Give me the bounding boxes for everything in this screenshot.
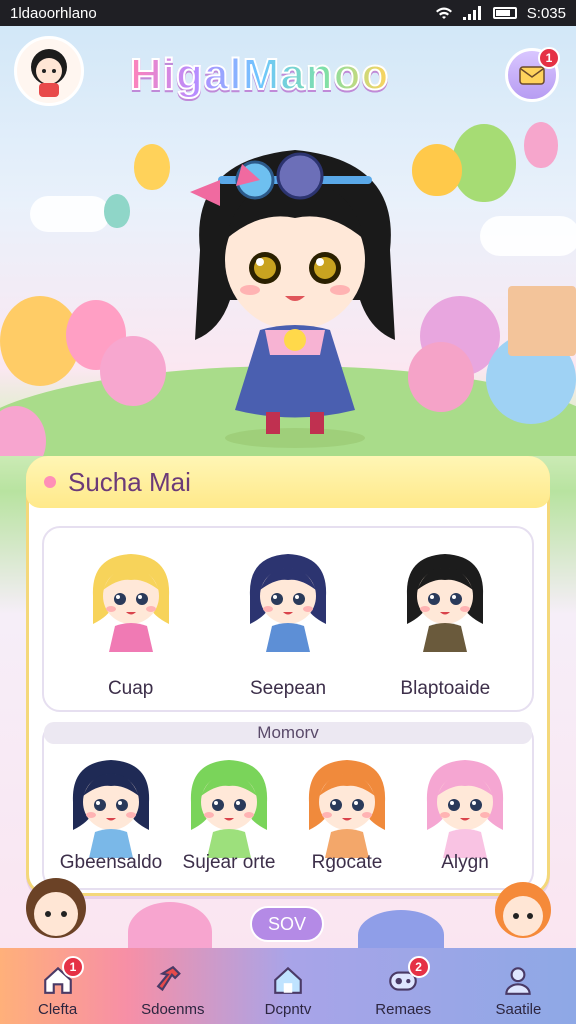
notification-button[interactable]: 1	[505, 47, 560, 102]
wifi-icon	[435, 7, 452, 19]
tab-badge: 2	[407, 956, 430, 978]
member-portrait-icon	[63, 752, 159, 868]
tab-house[interactable]: Dcpntv	[230, 948, 345, 1024]
tab-label: Dcpntv	[264, 1001, 312, 1018]
tab-label: Clefta	[38, 1001, 78, 1018]
member-portrait-icon	[299, 752, 395, 868]
hero-chibi-icon	[190, 150, 395, 448]
signal-icon	[462, 6, 481, 20]
game-title: HigalManoo	[129, 49, 390, 100]
profile-icon	[505, 967, 532, 995]
balloon	[452, 124, 516, 202]
featured-character[interactable]	[83, 546, 179, 662]
featured-portrait-icon	[83, 546, 179, 662]
bottom-tab-bar: Clefta 1 Sdoenms Dcpntv Remaes 2 Saatile	[0, 948, 576, 1024]
featured-portrait-icon	[397, 546, 493, 662]
player-avatar[interactable]	[14, 36, 84, 106]
panel-header: Sucha Mai	[26, 456, 550, 508]
featured-character-name: Seepean	[249, 678, 327, 699]
bg-bear	[408, 342, 474, 412]
clock: S:035	[526, 4, 566, 22]
featured-character-name: Blaptoaide	[400, 678, 491, 699]
battery-icon	[492, 7, 517, 19]
bear-balloon	[412, 144, 462, 196]
tab-gamepad[interactable]: Remaes 2	[346, 948, 461, 1024]
featured-character[interactable]	[397, 546, 493, 662]
member-character[interactable]	[63, 752, 159, 868]
member-character[interactable]	[181, 752, 277, 868]
balloon	[524, 122, 558, 168]
hammer-icon	[156, 965, 181, 992]
featured-portrait-icon	[240, 546, 336, 662]
balloon	[104, 194, 130, 228]
cloud	[30, 196, 110, 232]
tab-home[interactable]: Clefta 1	[0, 948, 115, 1024]
hero-character[interactable]	[180, 140, 410, 450]
carrier-text: 1ldaoorhlano	[10, 4, 97, 22]
corner-character-left	[18, 872, 94, 953]
member-character[interactable]	[299, 752, 395, 868]
bg-building	[508, 286, 576, 356]
member-portrait-icon	[417, 752, 513, 868]
corner-character-right	[488, 876, 558, 951]
status-bar: 1ldaoorhlano S:035	[0, 0, 576, 26]
member-character-name: Alygn	[441, 852, 489, 873]
avatar-face-icon	[31, 49, 67, 97]
featured-character[interactable]	[240, 546, 336, 662]
tab-label: Saatile	[495, 1001, 542, 1018]
tab-badge: 1	[62, 956, 84, 978]
tab-label: Remaes	[375, 1001, 432, 1018]
bg-bear	[100, 336, 166, 406]
members-section-label: Momorv	[44, 722, 532, 744]
cloud	[480, 216, 576, 256]
panel-title: Sucha Mai	[68, 466, 191, 497]
tab-label: Sdoenms	[141, 1001, 205, 1018]
member-character[interactable]	[417, 752, 513, 868]
tab-profile[interactable]: Saatile	[461, 948, 576, 1024]
house-icon	[274, 966, 302, 994]
featured-character-name: Cuap	[107, 678, 154, 699]
header-dot-icon	[44, 476, 56, 488]
tab-hammer[interactable]: Sdoenms	[115, 948, 230, 1024]
notification-badge: 1	[538, 47, 560, 69]
sov-button[interactable]: SOV	[250, 906, 324, 942]
member-portrait-icon	[181, 752, 277, 868]
balloon	[134, 144, 170, 190]
